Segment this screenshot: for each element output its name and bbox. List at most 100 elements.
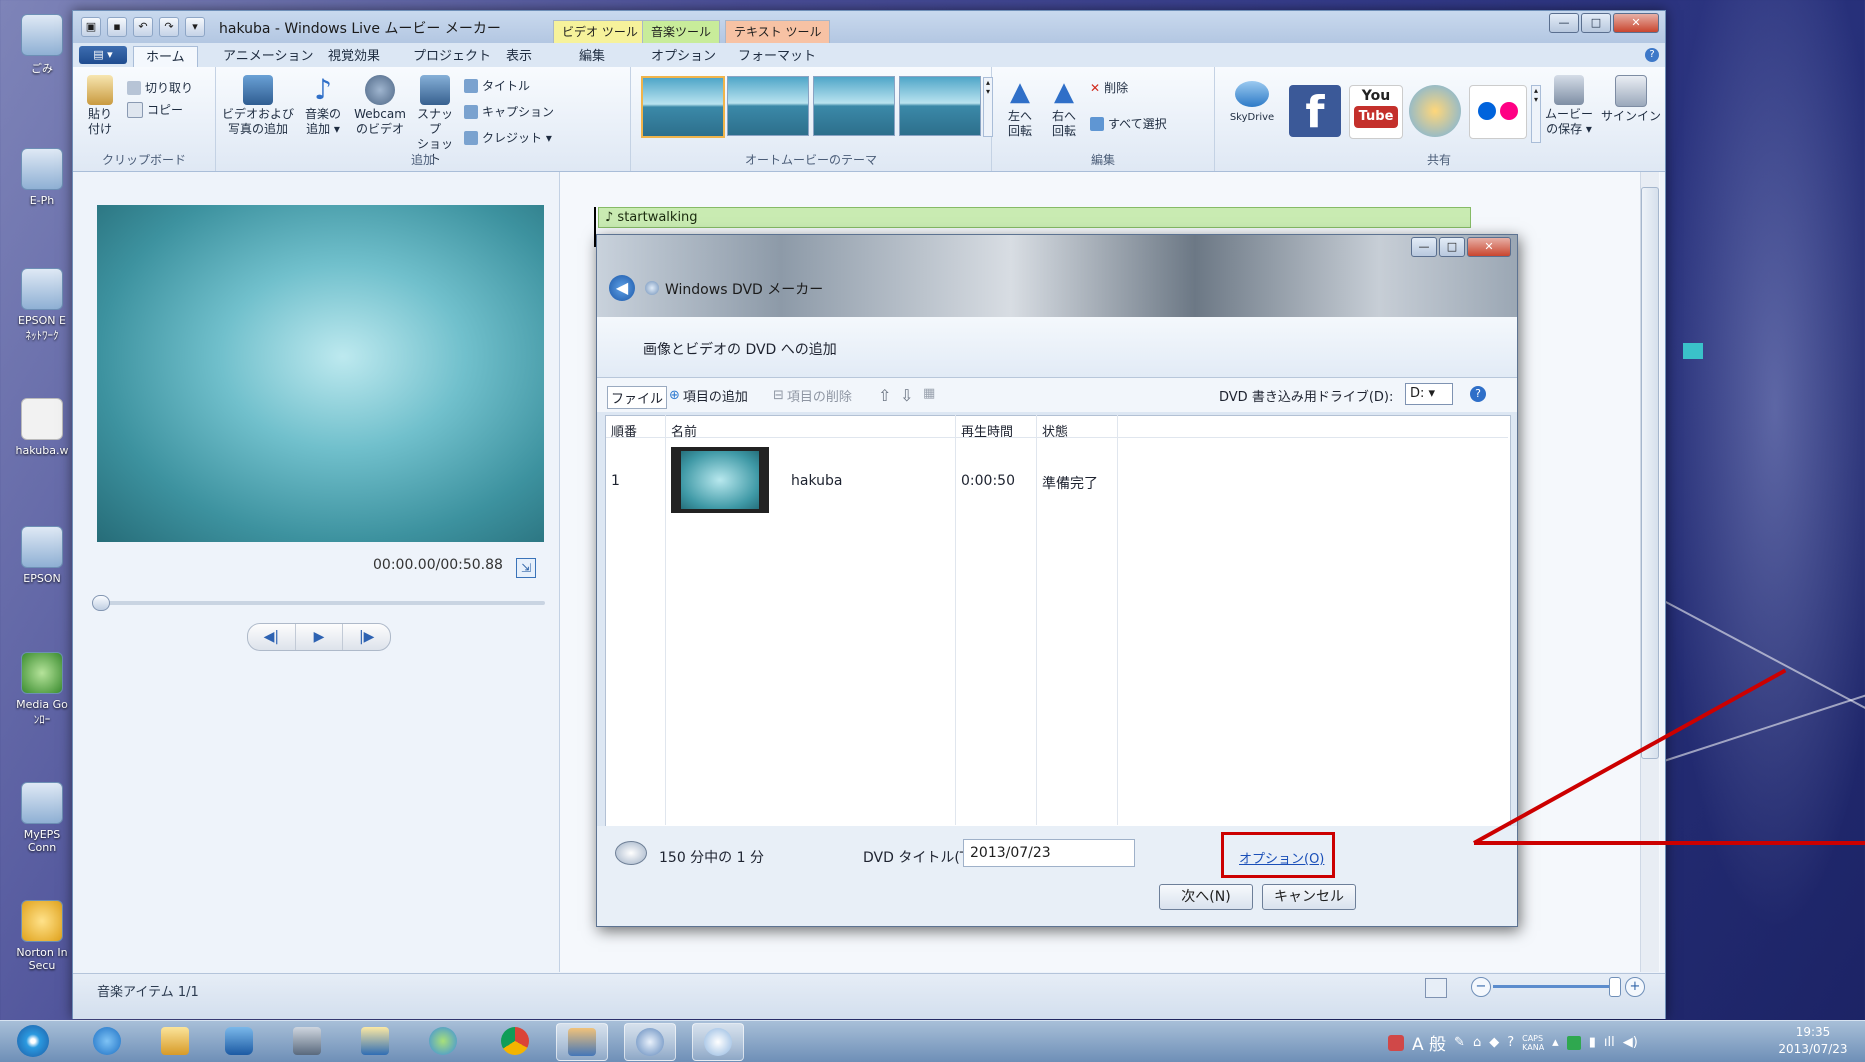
qat-dropdown-icon[interactable]: ▾ <box>185 17 205 37</box>
taskbar-app[interactable] <box>350 1023 400 1059</box>
add-music-button[interactable]: ♪ 音楽の 追加 ▾ <box>300 75 346 137</box>
remove-items-button[interactable]: ⊟ 項目の削除 <box>773 386 852 405</box>
zoom-in-icon[interactable]: + <box>1625 977 1645 997</box>
rotate-left-button[interactable]: ▲ 左へ 回転 <box>1000 77 1040 139</box>
tab-edit[interactable]: 編集 <box>579 46 605 67</box>
rotate-right-button[interactable]: ▲ 右へ 回転 <box>1044 77 1084 139</box>
minimize-button[interactable]: — <box>1549 13 1579 33</box>
save-icon[interactable]: ▪ <box>107 17 127 37</box>
taskbar-media-player[interactable] <box>214 1023 264 1059</box>
desktop-icon-norton[interactable]: Norton In Secu <box>4 900 80 972</box>
app-menu-button[interactable]: ▤ ▾ <box>79 46 127 64</box>
volume-icon[interactable]: ◀) <box>1623 1035 1638 1050</box>
taskbar-dvd-maker[interactable] <box>624 1023 676 1061</box>
delete-button[interactable]: ✕ 削除 <box>1090 79 1128 96</box>
cut-button[interactable]: 切り取り <box>127 79 193 96</box>
share-gallery-scroll[interactable]: ▴ ▾ <box>1531 85 1541 143</box>
dialog-maximize-button[interactable]: □ <box>1439 237 1465 257</box>
skydrive-button[interactable]: SkyDrive <box>1223 81 1281 125</box>
facebook-icon[interactable]: f <box>1289 85 1341 138</box>
taskbar-messenger[interactable] <box>418 1023 468 1059</box>
storyboard-view-icon[interactable] <box>1425 978 1447 998</box>
file-menu-button[interactable]: ファイル <box>607 386 668 409</box>
youtube-icon[interactable]: You Tube <box>1349 85 1403 139</box>
video-preview[interactable] <box>97 205 544 542</box>
theme-thumbnail[interactable] <box>641 76 725 138</box>
caption-button[interactable]: キャプション <box>464 103 554 120</box>
theme-thumbnail[interactable] <box>899 76 981 136</box>
dvd-title-input[interactable]: 2013/07/23 <box>963 839 1135 867</box>
theme-thumbnail[interactable] <box>813 76 895 136</box>
taskbar-explorer[interactable] <box>150 1023 200 1059</box>
taskbar-movie-maker[interactable] <box>556 1023 608 1061</box>
dvd-menu-icon[interactable]: ▦ <box>923 386 935 401</box>
tray-green-icon[interactable] <box>1566 1035 1581 1050</box>
tab-options[interactable]: オプション <box>651 46 716 67</box>
zoom-slider[interactable] <box>1493 985 1617 988</box>
network-icon[interactable]: ▮ <box>1589 1035 1596 1050</box>
paste-button[interactable]: 貼り 付け <box>81 75 119 137</box>
music-track-item[interactable]: ♪ startwalking <box>598 207 1471 228</box>
dialog-minimize-button[interactable]: — <box>1411 237 1437 257</box>
desktop-icon-myepson[interactable]: MyEPS Conn <box>4 782 80 854</box>
desktop-icon-epson[interactable]: EPSON <box>4 526 80 585</box>
add-items-button[interactable]: ⊕ 項目の追加 <box>669 386 748 405</box>
context-tab-text-tools[interactable]: テキスト ツール <box>725 20 831 44</box>
ime-help-icon[interactable]: ? <box>1507 1035 1514 1050</box>
add-video-photo-button[interactable]: ビデオおよび 写真の追加 <box>216 75 300 137</box>
undo-icon[interactable]: ↶ <box>133 17 153 37</box>
copy-button[interactable]: コピー <box>127 101 183 118</box>
desktop-icon-ephoto[interactable]: E-Ph <box>4 148 80 207</box>
help-icon[interactable]: ? <box>1470 386 1486 402</box>
tab-animation[interactable]: アニメーション <box>223 46 313 67</box>
help-icon[interactable]: ? <box>1645 48 1659 62</box>
zoom-out-icon[interactable]: − <box>1471 977 1491 997</box>
seek-handle[interactable] <box>92 595 110 611</box>
show-hidden-icons-icon[interactable]: ▴ <box>1552 1035 1559 1050</box>
redo-icon[interactable]: ↷ <box>159 17 179 37</box>
title-button[interactable]: タイトル <box>464 77 530 94</box>
next-frame-button[interactable]: |▶ <box>343 624 390 650</box>
previous-frame-button[interactable]: ◀| <box>248 624 296 650</box>
taskbar-app[interactable] <box>282 1023 332 1059</box>
back-arrow-icon[interactable]: ◀ <box>609 275 635 301</box>
storyboard-scroll-thumb[interactable] <box>1641 187 1659 759</box>
tab-view[interactable]: 表示 <box>506 46 532 67</box>
flickr-icon[interactable] <box>1469 85 1527 139</box>
clock[interactable]: 19:35 2013/07/23 <box>1768 1024 1858 1058</box>
move-down-icon[interactable]: ⇩ <box>900 386 913 405</box>
taskbar-chrome[interactable] <box>490 1023 540 1059</box>
desktop-icon-media-go[interactable]: Media Go ﾝﾛｰ <box>4 652 80 727</box>
tab-home[interactable]: ホーム <box>133 46 198 68</box>
app-icon[interactable]: ▣ <box>81 17 101 37</box>
webcam-button[interactable]: Webcam のビデオ <box>348 75 412 137</box>
tab-visual-effects[interactable]: 視覚効果 <box>328 46 380 67</box>
fullscreen-icon[interactable]: ⇲ <box>516 558 536 578</box>
context-tab-video-tools[interactable]: ビデオ ツール <box>553 20 647 44</box>
tab-project[interactable]: プロジェクト <box>413 46 491 67</box>
desktop-icon-recycle-bin[interactable]: ごみ <box>4 14 80 76</box>
tab-format[interactable]: フォーマット <box>738 46 816 67</box>
ime-dictionary-icon[interactable]: ⌂ <box>1473 1035 1481 1050</box>
save-movie-button[interactable]: ムービー の保存 ▾ <box>1543 75 1595 137</box>
select-all-button[interactable]: すべて選択 <box>1090 115 1167 132</box>
sign-in-button[interactable]: サインイン <box>1601 75 1661 124</box>
dialog-close-button[interactable]: ✕ <box>1467 237 1511 257</box>
credit-button[interactable]: クレジット ▾ <box>464 129 552 146</box>
cancel-button[interactable]: キャンセル <box>1262 884 1356 910</box>
close-button[interactable]: ✕ <box>1613 13 1659 33</box>
ime-pad-icon[interactable]: ◆ <box>1489 1035 1499 1050</box>
context-tab-music-tools[interactable]: 音楽ツール <box>642 20 721 44</box>
desktop-icon-epson-network[interactable]: EPSON E ﾈｯﾄﾜｰｸ <box>4 268 80 343</box>
tray-app-icon[interactable] <box>1388 1034 1404 1051</box>
messenger-people-icon[interactable] <box>1409 85 1461 137</box>
desktop-icon-hakuba[interactable]: hakuba.w <box>4 398 80 457</box>
next-button[interactable]: 次へ(N) <box>1159 884 1253 910</box>
play-button[interactable]: ▶ <box>296 624 344 650</box>
move-up-icon[interactable]: ⇧ <box>878 386 891 405</box>
ime-indicator[interactable]: A 般 <box>1412 1030 1446 1055</box>
seek-bar[interactable] <box>99 601 545 605</box>
drive-select[interactable]: D: ▾ <box>1405 383 1453 405</box>
taskbar-ie[interactable] <box>82 1023 132 1059</box>
start-button[interactable] <box>8 1023 58 1059</box>
